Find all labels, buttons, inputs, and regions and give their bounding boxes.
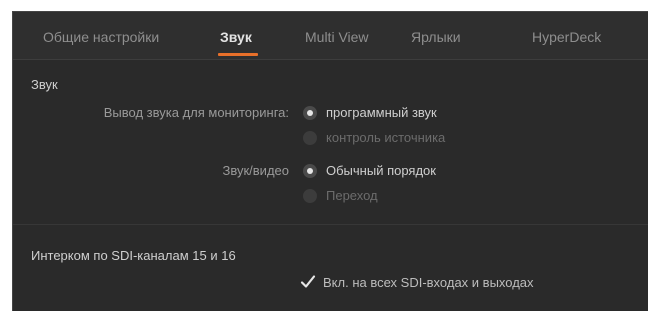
radio-normal-order[interactable] — [303, 164, 317, 178]
tab-labels[interactable]: Ярлыки — [411, 29, 461, 45]
monitor-output-label: Вывод звука для мониторинга: — [103, 105, 289, 120]
radio-source-monitor[interactable] — [303, 131, 317, 145]
tab-multi-view[interactable]: Multi View — [305, 29, 369, 45]
section-divider — [13, 224, 648, 225]
radio-transition[interactable] — [303, 189, 317, 203]
radio-transition-label[interactable]: Переход — [326, 188, 378, 203]
audio-settings-content: Звук Вывод звука для мониторинга: програ… — [13, 60, 648, 311]
tab-hyperdeck[interactable]: HyperDeck — [532, 29, 601, 45]
tab-bar: Общие настройки Звук Multi View Ярлыки H… — [13, 12, 648, 60]
radio-program-audio-label[interactable]: программный звук — [326, 105, 437, 120]
radio-program-audio[interactable] — [303, 106, 317, 120]
active-tab-indicator — [218, 53, 258, 56]
audio-video-label: Звук/видео — [222, 163, 290, 178]
tab-audio[interactable]: Звук — [220, 29, 252, 45]
intercom-checkbox[interactable] — [300, 274, 316, 290]
settings-panel: Общие настройки Звук Multi View Ярлыки H… — [12, 11, 648, 311]
audio-section-title: Звук — [31, 77, 58, 92]
radio-normal-order-label[interactable]: Обычный порядок — [326, 163, 436, 178]
intercom-section-title: Интерком по SDI-каналам 15 и 16 — [31, 248, 236, 263]
tab-general-settings[interactable]: Общие настройки — [43, 29, 159, 45]
checkmark-icon — [300, 275, 316, 288]
radio-source-monitor-label[interactable]: контроль источника — [326, 130, 445, 145]
intercom-checkbox-label[interactable]: Вкл. на всех SDI-входах и выходах — [323, 275, 534, 290]
